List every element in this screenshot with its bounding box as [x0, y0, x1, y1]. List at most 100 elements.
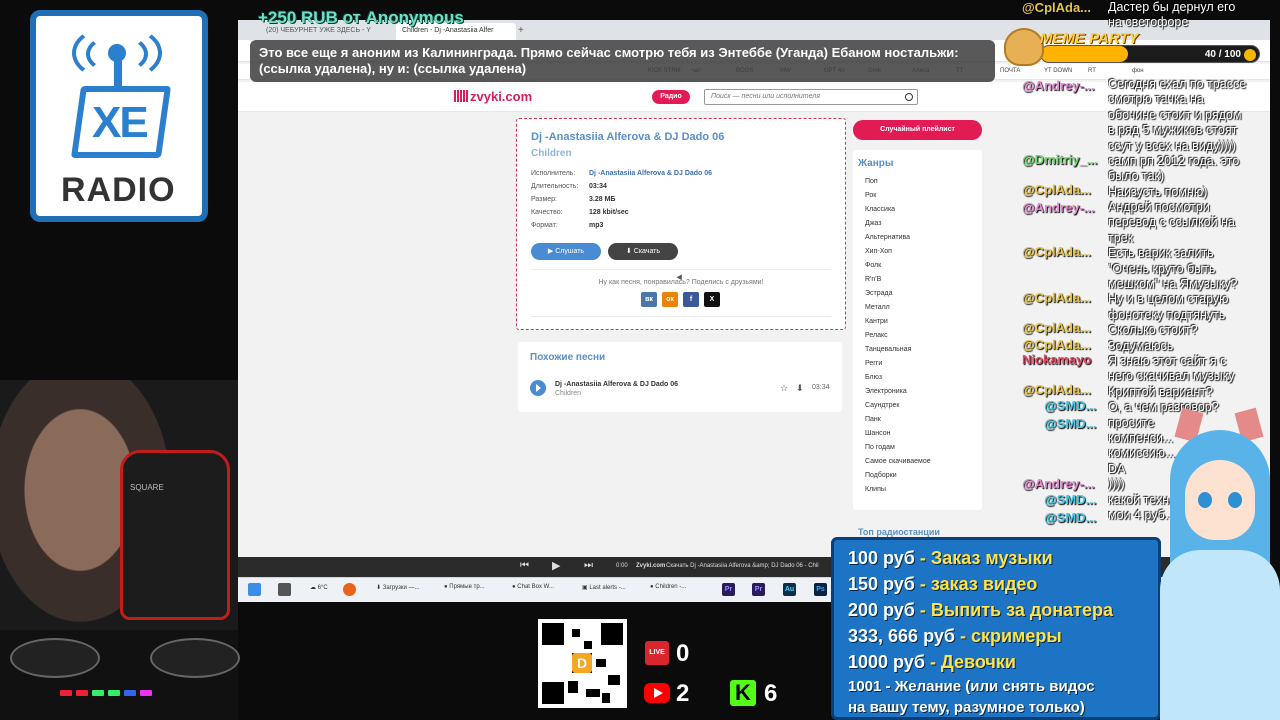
chat-username: @Andrey-... — [1022, 78, 1095, 93]
premiere-icon[interactable]: Pr — [752, 583, 765, 596]
weather-widget[interactable]: ☁ 6°C — [310, 584, 328, 591]
genre-link[interactable]: Альтернатива — [865, 234, 910, 241]
genre-link[interactable]: Металл — [865, 304, 890, 311]
genre-link[interactable]: Электроника — [865, 388, 907, 395]
star-icon[interactable]: ☆ — [780, 383, 788, 394]
taskbar-chrome-3[interactable]: ● Children -... — [650, 584, 686, 590]
price-amount: 1000 руб — [848, 652, 925, 672]
search-icon[interactable] — [905, 93, 913, 101]
genre-link[interactable]: Самое скачиваемое — [865, 458, 931, 465]
taskbar-downloads[interactable]: ⬇ Загрузки —... — [376, 584, 420, 591]
chat-line: Ну и в целом старую — [1108, 292, 1229, 307]
size-value: 3.28 МБ — [589, 196, 616, 203]
chat-username: @CplAda... — [1022, 382, 1092, 397]
artist-link[interactable]: Dj -Anastasiia Alferova & DJ Dado 06 — [589, 170, 712, 177]
facebook-share-icon[interactable]: f — [683, 292, 699, 307]
taskbar-chrome-2[interactable]: ● Chat Box W... — [512, 584, 554, 590]
qr-module — [608, 675, 620, 685]
genre-link[interactable]: Подборки — [865, 472, 897, 479]
windows-start-icon[interactable] — [248, 583, 261, 596]
genre-link[interactable]: Танцевальная — [865, 346, 911, 353]
chat-line: "Очень круто быть — [1108, 261, 1216, 276]
genre-link[interactable]: Рок — [865, 192, 876, 199]
next-icon[interactable]: ⏭ — [584, 560, 593, 571]
genre-link[interactable]: Шансон — [865, 430, 891, 437]
qr-code: D — [538, 619, 627, 708]
prev-icon[interactable]: ⏮ — [520, 560, 529, 571]
price-amount: 1001 — [848, 678, 882, 695]
price-desc: - скримеры — [954, 626, 1062, 646]
download-icon[interactable]: ⬇ — [796, 383, 804, 394]
price-row: 1001 - Желание (или снять видос — [848, 678, 1095, 695]
price-desc: - Заказ музыки — [914, 548, 1053, 568]
download-label: Скачать — [633, 248, 661, 255]
chat-line: Сегодня ехал по трассе — [1108, 76, 1247, 91]
download-button[interactable]: ⬇ Скачать — [608, 243, 678, 260]
genre-link[interactable]: По годам — [865, 444, 895, 451]
vk-share-icon[interactable]: вк — [641, 292, 657, 307]
x-share-icon[interactable]: X — [704, 292, 720, 307]
genre-link[interactable]: Классика — [865, 206, 895, 213]
search-input[interactable]: Поиск — песни или исполнителя — [704, 89, 918, 105]
genre-link[interactable]: Фолк — [865, 262, 881, 269]
qr-module — [601, 623, 623, 645]
qr-module — [584, 641, 592, 649]
donationalerts-icon: D — [572, 653, 592, 673]
genre-link[interactable]: Кантри — [865, 318, 888, 325]
similar-song-name[interactable]: Dj -Anastasiia Alferova & DJ Dado 06 — [555, 381, 678, 388]
dj-pad — [76, 690, 88, 696]
listen-button[interactable]: ▶ Слушать — [531, 243, 601, 260]
similar-songs: Похожие песни Dj -Anastasiia Alferova & … — [518, 342, 842, 412]
kick-count: 6 — [764, 680, 778, 707]
price-desc: - заказ видео — [914, 574, 1038, 594]
site-logo[interactable]: zvyki.com — [454, 89, 532, 104]
price-amount: 100 руб — [848, 548, 915, 568]
chat-username: @CplAda... — [1022, 337, 1092, 352]
play-icon[interactable]: ▶ — [552, 559, 560, 572]
chat-line: в ряд 5 мужиков стоят — [1108, 123, 1238, 138]
genre-link[interactable]: Поп — [865, 178, 878, 185]
genre-link[interactable]: Саундтрек — [865, 402, 899, 409]
audition-icon[interactable]: Au — [783, 583, 796, 596]
dj-pad — [92, 690, 104, 696]
price-amount: 333, 666 руб — [848, 626, 955, 646]
chat-line: Андрей посмотри — [1108, 200, 1210, 215]
bookmark-item[interactable]: ПОЧТА — [1000, 68, 1020, 74]
chat-username: @Andrey-... — [1022, 476, 1095, 491]
live-icon: LIVE — [645, 641, 669, 665]
taskbar-alerts[interactable]: ▣ Last alerts -... — [582, 584, 626, 591]
radio-button[interactable]: Радио — [652, 90, 690, 104]
genre-link[interactable]: Панк — [865, 416, 881, 423]
genre-link[interactable]: Хип-Хоп — [865, 248, 892, 255]
random-playlist-button[interactable]: Случайный плейлист — [853, 120, 982, 140]
genre-link[interactable]: Клипы — [865, 486, 886, 493]
duration-value: 03:34 — [589, 183, 607, 190]
taskview-icon[interactable] — [278, 583, 291, 596]
price-desc: - Выпить за донатера — [914, 600, 1113, 620]
track-subtitle: Children — [531, 148, 572, 159]
genre-link[interactable]: Регги — [865, 360, 882, 367]
chat-line: фонотеку подтянуть — [1108, 307, 1226, 322]
player-time: 0:00 — [616, 563, 628, 569]
new-tab-icon[interactable]: + — [518, 23, 532, 40]
taskbar-chrome-1[interactable]: ● Прямые тр... — [444, 584, 485, 590]
chat-username: @SMD... — [1044, 398, 1097, 413]
site-logo-text: zvyki.com — [470, 89, 533, 104]
donation-alert: +250 RUB от Anonymous — [258, 8, 464, 27]
vtuber-avatar — [1150, 407, 1280, 720]
genre-link[interactable]: Эстрада — [865, 290, 893, 297]
ok-share-icon[interactable]: ок — [662, 292, 678, 307]
genre-link[interactable]: Релакс — [865, 332, 888, 339]
premiere-icon[interactable]: Pr — [722, 583, 735, 596]
firefox-icon[interactable] — [343, 583, 356, 596]
play-icon[interactable] — [530, 380, 546, 396]
genre-link[interactable]: R'n'B — [865, 276, 881, 283]
photoshop-icon[interactable]: Ps — [814, 583, 827, 596]
qr-module — [572, 629, 580, 637]
xe-radio-logo: XE RADIO — [30, 10, 208, 222]
genre-link[interactable]: Блюз — [865, 374, 882, 381]
genre-link[interactable]: Джаз — [865, 220, 881, 227]
chat-line: Зодумаюсь — [1108, 338, 1174, 353]
size-label: Размер: — [531, 196, 558, 203]
chat-username: Niokamayo — [1022, 352, 1092, 367]
